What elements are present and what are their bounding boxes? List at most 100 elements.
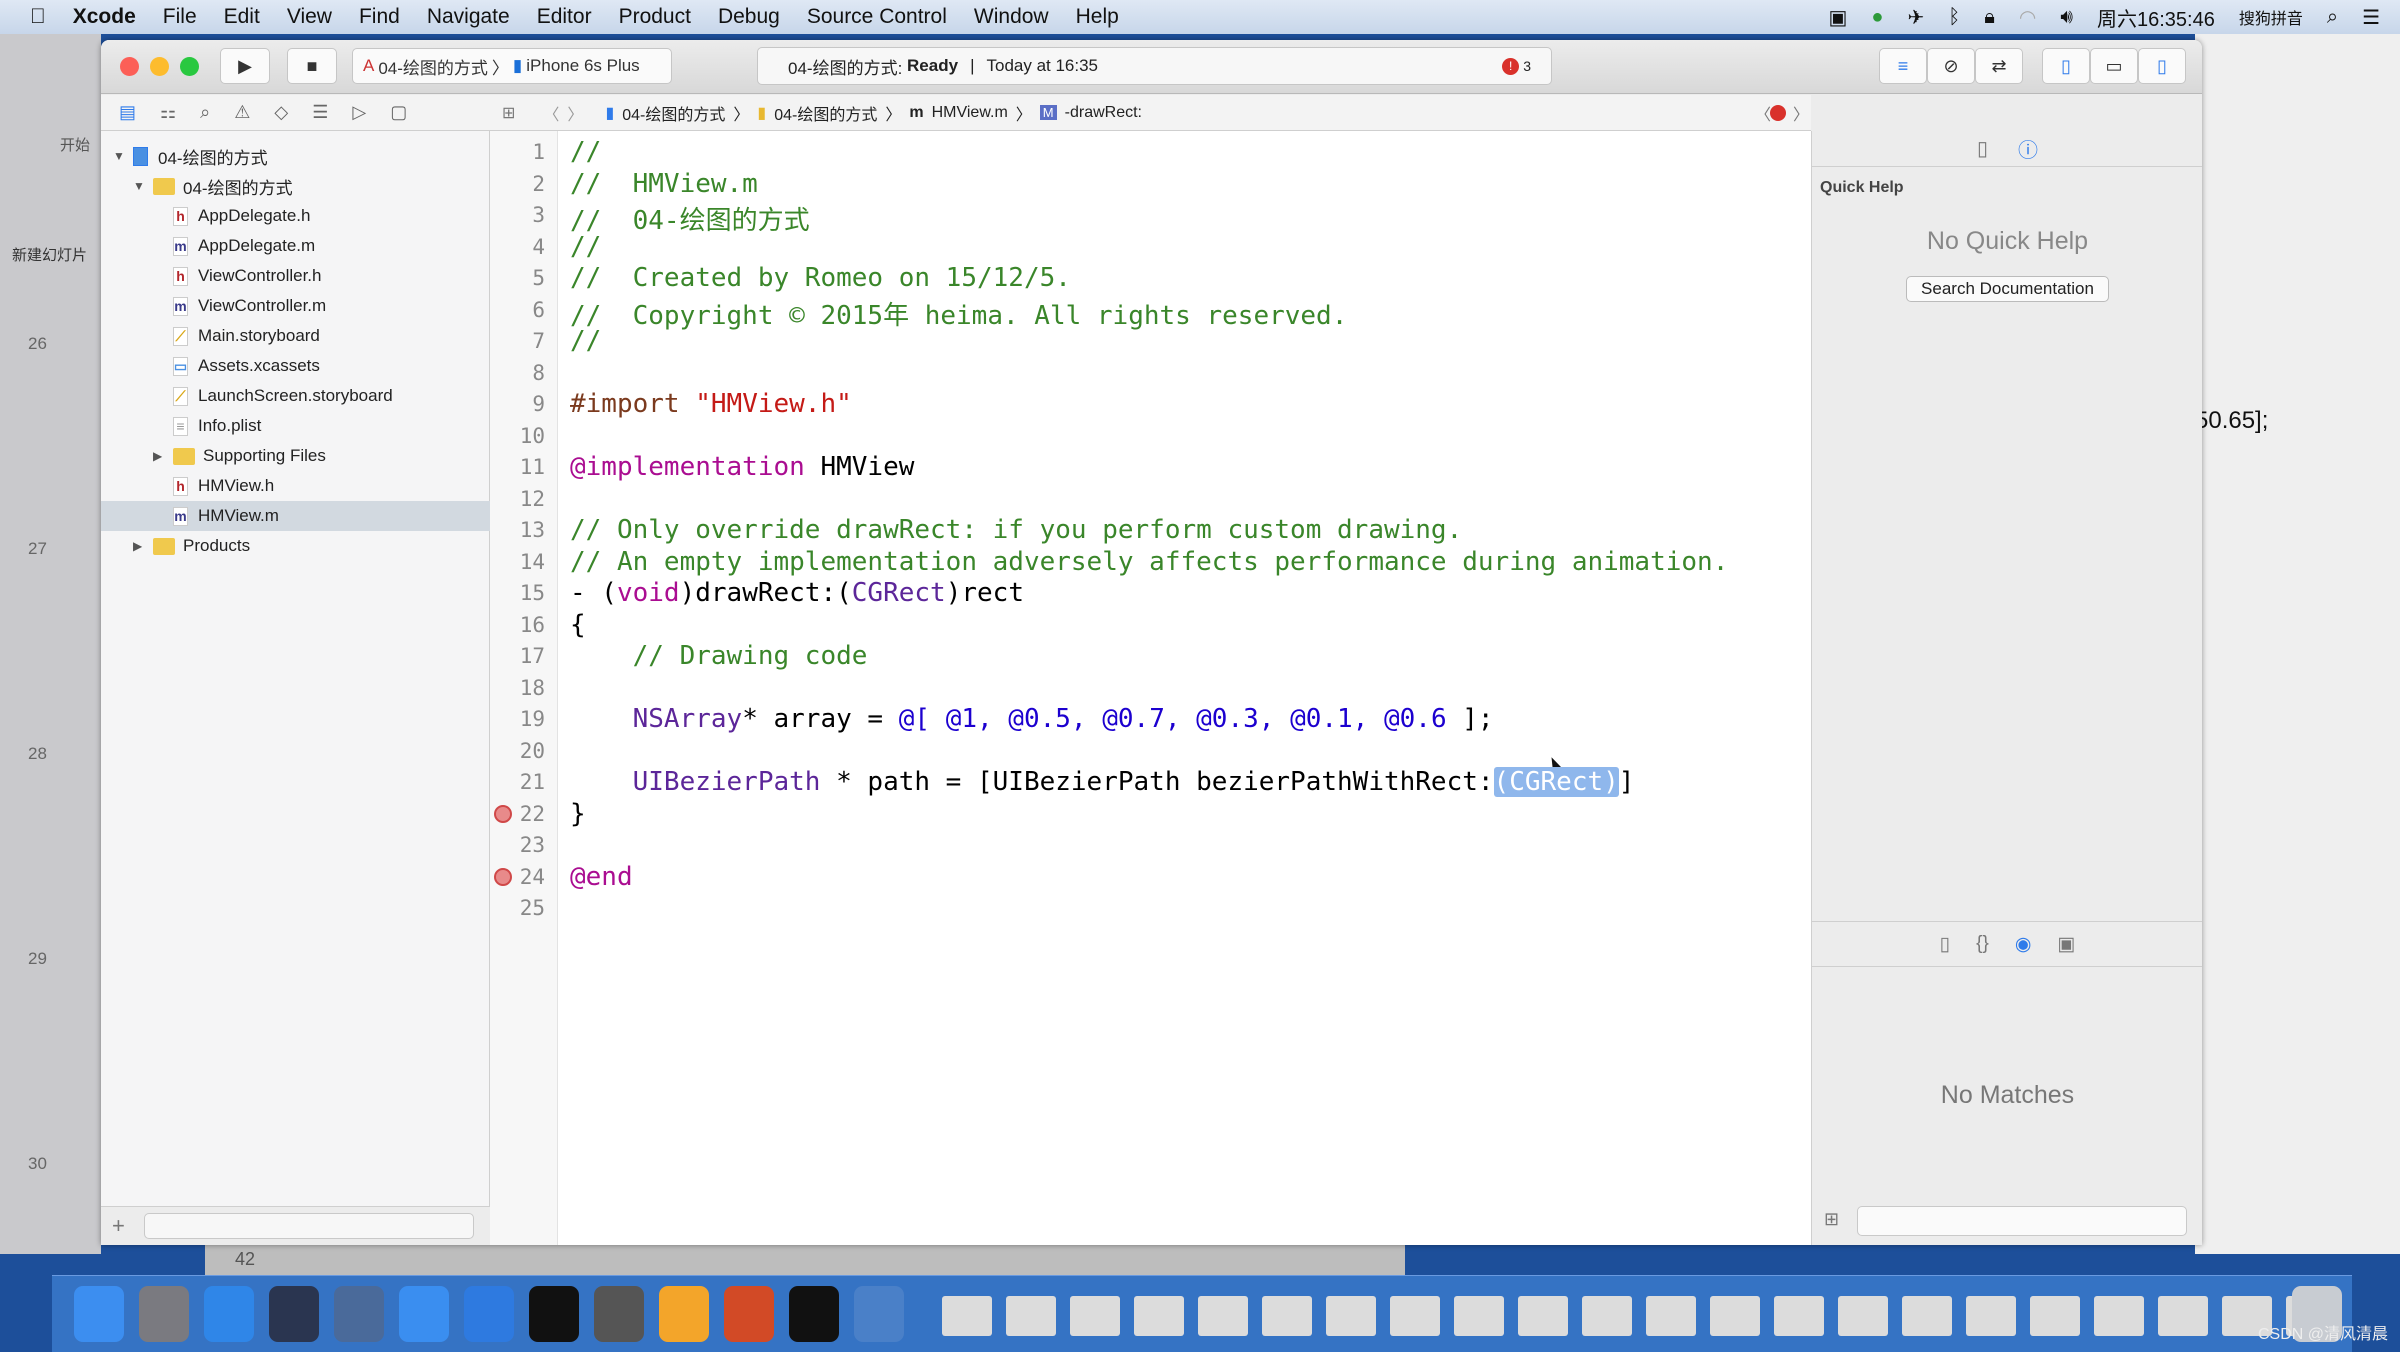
menu-editor[interactable]: Editor <box>537 5 592 29</box>
scheme-selector[interactable]: A 04-绘图的方式 〉 ▮ iPhone 6s Plus <box>352 48 672 84</box>
navigator-item[interactable]: ⟋ LaunchScreen.storyboard <box>101 381 490 411</box>
notification-center-icon[interactable]: ☰ <box>2362 5 2380 30</box>
project-navigator-icon[interactable]: ▤ <box>119 102 136 123</box>
minimized-window-thumbnail[interactable] <box>1838 1296 1888 1336</box>
photo-app-icon[interactable] <box>854 1286 904 1342</box>
powerpoint-icon[interactable] <box>724 1286 774 1342</box>
version-editor-button[interactable]: ⇄ <box>1975 48 2023 84</box>
toggle-navigator-button[interactable]: ▯ <box>2042 48 2090 84</box>
search-documentation-button[interactable]: Search Documentation <box>1906 276 2109 302</box>
object-library-icon[interactable]: ◉ <box>2015 933 2032 956</box>
minimized-window-thumbnail[interactable] <box>1390 1296 1440 1336</box>
issue-indicator-icon[interactable] <box>1770 104 1786 121</box>
navigator-item[interactable]: h AppDelegate.h <box>101 201 490 231</box>
breadcrumb-file[interactable]: HMView.m <box>932 104 1008 122</box>
quick-help-icon[interactable]: ⓘ <box>2018 134 2038 163</box>
screen-record-icon[interactable]: ▣ <box>1829 5 1848 30</box>
zoom-button[interactable] <box>180 57 199 76</box>
navigator-item[interactable]: ▶ Products <box>101 531 490 561</box>
add-icon[interactable]: + <box>112 1213 125 1239</box>
bluetooth-icon[interactable]: ᛒ <box>1948 6 1960 29</box>
minimized-window-thumbnail[interactable] <box>1134 1296 1184 1336</box>
placeholder-token[interactable]: (CGRect) <box>1493 767 1619 797</box>
forward-arrow-icon[interactable]: 〉 <box>567 101 583 125</box>
report-navigator-icon[interactable]: ▢ <box>390 102 407 123</box>
menu-find[interactable]: Find <box>359 5 400 29</box>
navigator-item[interactable]: ⟋ Main.storyboard <box>101 321 490 351</box>
launchpad-icon[interactable] <box>139 1286 189 1342</box>
debug-navigator-icon[interactable]: ☰ <box>312 102 328 123</box>
error-badge[interactable]: ! 3 <box>1502 57 1531 75</box>
breadcrumb-method[interactable]: -drawRect: <box>1065 104 1142 122</box>
navigator-item[interactable]: ▶ Supporting Files <box>101 441 490 471</box>
navigator-item[interactable]: h ViewController.h <box>101 261 490 291</box>
menu-xcode[interactable]: Xcode <box>73 5 136 29</box>
safari-icon[interactable] <box>204 1286 254 1342</box>
error-marker-icon[interactable] <box>494 867 512 886</box>
run-button[interactable]: ▶ <box>220 48 270 84</box>
minimized-window-thumbnail[interactable] <box>1966 1296 2016 1336</box>
disclosure-open-icon[interactable]: ▼ <box>133 179 147 193</box>
file-inspector-icon[interactable]: ▯ <box>1977 136 1988 161</box>
toggle-debug-area-button[interactable]: ▭ <box>2090 48 2138 84</box>
menu-help[interactable]: Help <box>1076 5 1119 29</box>
minimized-window-thumbnail[interactable] <box>942 1296 992 1336</box>
minimize-button[interactable] <box>150 57 169 76</box>
source-editor[interactable]: //// HMView.m// 04-绘图的方式//// Created by … <box>558 131 1811 1245</box>
mouse-icon[interactable] <box>269 1286 319 1342</box>
minimized-window-thumbnail[interactable] <box>1262 1296 1312 1336</box>
related-items-icon[interactable]: ⊞ <box>502 103 515 123</box>
assistant-editor-button[interactable]: ⊘ <box>1927 48 1975 84</box>
imovie-icon[interactable] <box>334 1286 384 1342</box>
disclosure-closed-icon[interactable]: ▶ <box>153 449 167 463</box>
play-circle-icon[interactable]: ● <box>1871 6 1883 29</box>
standard-editor-button[interactable]: ≡ <box>1879 48 1927 84</box>
navigator-item[interactable]: h HMView.h <box>101 471 490 501</box>
symbol-navigator-icon[interactable]: ⚏ <box>160 102 176 123</box>
lock-icon[interactable]: 🔒︎ <box>1984 6 1995 29</box>
minimized-window-thumbnail[interactable] <box>1198 1296 1248 1336</box>
menu-source-control[interactable]: Source Control <box>807 5 947 29</box>
input-method[interactable]: 搜狗拼音 <box>2239 5 2303 29</box>
breadcrumb-group[interactable]: 04-绘图的方式 <box>774 101 877 125</box>
navigator-filter-field[interactable] <box>144 1213 474 1239</box>
navigator-item[interactable]: ▭ Assets.xcassets <box>101 351 490 381</box>
find-navigator-icon[interactable]: ⌕ <box>200 102 210 123</box>
test-navigator-icon[interactable]: ◇ <box>274 102 288 123</box>
library-filter-field[interactable] <box>1857 1206 2187 1236</box>
spotlight-search-icon[interactable]: ⌕ <box>2327 6 2338 29</box>
minimized-window-thumbnail[interactable] <box>2030 1296 2080 1336</box>
clock[interactable]: 周六16:35:46 <box>2097 3 2215 32</box>
xcode-alt-icon[interactable] <box>464 1286 514 1342</box>
volume-icon[interactable]: 🔊︎ <box>2060 6 2073 29</box>
minimized-window-thumbnail[interactable] <box>2158 1296 2208 1336</box>
previous-issue-icon[interactable]: 〈 <box>1755 101 1771 125</box>
finder-icon[interactable] <box>74 1286 124 1342</box>
minimized-window-thumbnail[interactable] <box>1646 1296 1696 1336</box>
menu-navigate[interactable]: Navigate <box>427 5 510 29</box>
breakpoint-navigator-icon[interactable]: ▷ <box>352 102 366 123</box>
activity-monitor-icon[interactable] <box>789 1286 839 1342</box>
navigator-item[interactable]: ▼ 04-绘图的方式 <box>101 171 490 201</box>
close-button[interactable] <box>120 57 139 76</box>
toggle-utilities-button[interactable]: ▯ <box>2138 48 2186 84</box>
back-arrow-icon[interactable]: 〈 <box>543 101 559 125</box>
minimized-window-thumbnail[interactable] <box>1518 1296 1568 1336</box>
error-marker-icon[interactable] <box>494 804 512 823</box>
stop-button[interactable]: ■ <box>287 48 337 84</box>
next-issue-icon[interactable]: 〉 <box>1793 101 1809 125</box>
menu-debug[interactable]: Debug <box>718 5 780 29</box>
minimized-window-thumbnail[interactable] <box>1454 1296 1504 1336</box>
terminal-icon[interactable] <box>529 1286 579 1342</box>
navigator-item[interactable]: m AppDelegate.m <box>101 231 490 261</box>
minimized-window-thumbnail[interactable] <box>1326 1296 1376 1336</box>
menu-view[interactable]: View <box>287 5 332 29</box>
minimized-window-thumbnail[interactable] <box>1902 1296 1952 1336</box>
grid-view-icon[interactable]: ⊞ <box>1824 1209 1839 1230</box>
sketch-icon[interactable] <box>659 1286 709 1342</box>
ppt-tab-home[interactable]: 开始 <box>60 134 90 155</box>
media-library-icon[interactable]: ▣ <box>2057 933 2075 956</box>
navigator-item[interactable]: m HMView.m <box>101 501 490 531</box>
xcode-icon[interactable] <box>399 1286 449 1342</box>
menu-file[interactable]: File <box>163 5 197 29</box>
